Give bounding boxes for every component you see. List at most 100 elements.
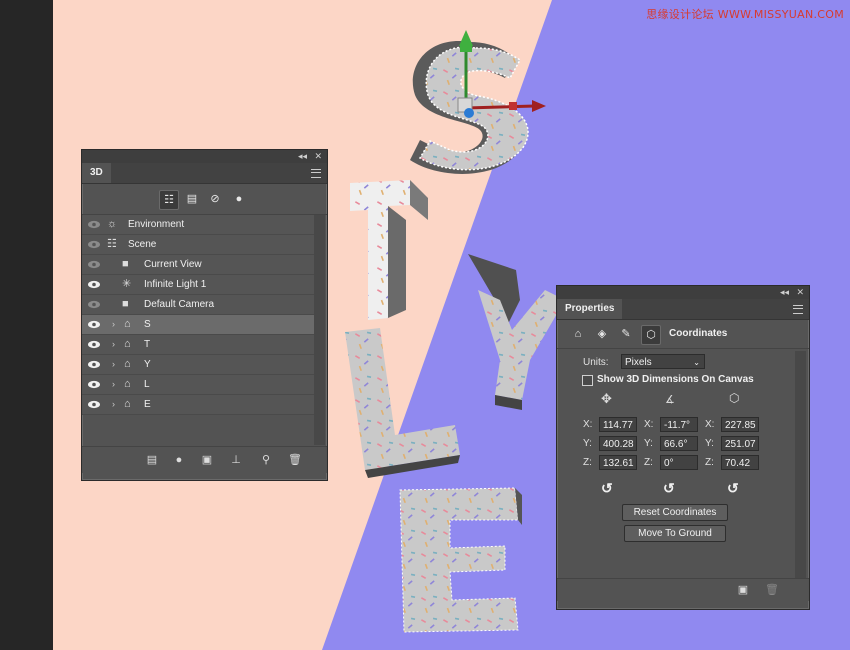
camera-icon: ■ xyxy=(122,298,129,310)
watermark: 思缘设计论坛 WWW.MISSYUAN.COM xyxy=(646,8,844,21)
properties-body: Units: Pixels ⌄ Show 3D Dimensions On Ca… xyxy=(557,349,809,584)
reset-scale-icon[interactable]: ↺ xyxy=(727,480,739,497)
eye-icon[interactable] xyxy=(87,275,105,294)
layer-label: S xyxy=(144,319,151,330)
scale-icon: ⬡ xyxy=(729,391,740,405)
scale-y-field[interactable]: 251.07 xyxy=(721,436,759,451)
axis-label-x: X: xyxy=(583,419,593,430)
deform-props-icon[interactable]: ◈ xyxy=(593,325,611,343)
panel-menu-icon[interactable] xyxy=(793,305,803,314)
panel-3d[interactable]: ◂◂ ✕ 3D ☷ ▤ ⊘ ● ☼ Environment ☷ Scene ■ Curre… xyxy=(81,149,328,481)
tab-3d[interactable]: 3D xyxy=(82,163,111,183)
trash-icon[interactable]: 🗑 xyxy=(764,582,780,598)
eye-icon[interactable] xyxy=(87,315,105,334)
panel-menu-icon[interactable] xyxy=(311,169,321,178)
axis-label-y: Y: xyxy=(644,438,653,449)
trash-icon[interactable]: 🗑 xyxy=(287,452,303,468)
axis-label-x: X: xyxy=(705,419,715,430)
move-to-ground-button[interactable]: Move To Ground xyxy=(624,525,726,542)
cap-props-icon[interactable]: ✎ xyxy=(617,325,635,343)
layer-label: Infinite Light 1 xyxy=(144,279,207,290)
section-title: Coordinates xyxy=(669,328,728,339)
expand-chevron-icon[interactable]: › xyxy=(112,395,115,414)
eye-icon[interactable] xyxy=(87,355,105,374)
position-x-field[interactable]: 114.77 xyxy=(599,417,637,432)
letter-e-3d[interactable] xyxy=(399,487,522,633)
properties-titlebar[interactable]: ◂◂ ✕ xyxy=(557,286,809,299)
rotation-z-field[interactable]: 0° xyxy=(660,455,698,470)
scene-filter-icon[interactable]: ☷ xyxy=(159,190,179,210)
mesh-filter-icon[interactable]: ▤ xyxy=(183,190,201,208)
close-icon[interactable]: ✕ xyxy=(796,286,804,299)
expand-chevron-icon[interactable]: › xyxy=(112,315,115,334)
collapse-icon[interactable]: ◂◂ xyxy=(780,286,789,299)
drop-to-ground-icon[interactable]: ⊥ xyxy=(228,452,244,468)
axis-label-x: X: xyxy=(644,419,654,430)
mesh-props-icon[interactable]: ⌂ xyxy=(569,325,587,343)
filter-toolbar: ☷ ▤ ⊘ ● xyxy=(82,184,327,215)
layer-row-l[interactable]: › ⌂ L xyxy=(82,375,314,395)
reset-coordinates-button[interactable]: Reset Coordinates xyxy=(622,504,728,521)
layer-row-scene[interactable]: ☷ Scene xyxy=(82,235,314,255)
properties-panel[interactable]: ◂◂ ✕ Properties ⌂ ◈ ✎ ⬡ Coordinates Unit… xyxy=(556,285,810,610)
eye-icon[interactable] xyxy=(87,255,105,274)
eye-icon[interactable] xyxy=(87,395,105,414)
layer-label: T xyxy=(144,339,151,350)
new-mesh-icon[interactable]: ▤ xyxy=(144,452,160,468)
rotate-icon: ∡ xyxy=(665,394,675,406)
position-z-field[interactable]: 132.61 xyxy=(599,455,637,470)
mesh-icon: ⌂ xyxy=(124,378,131,390)
material-filter-icon[interactable]: ⊘ xyxy=(206,190,224,208)
tab-properties[interactable]: Properties xyxy=(557,299,623,319)
layer-row-e[interactable]: › ⌂ E xyxy=(82,395,314,415)
eye-icon[interactable] xyxy=(87,235,105,254)
layer-row-y[interactable]: › ⌂ Y xyxy=(82,355,314,375)
position-y-field[interactable]: 400.28 xyxy=(599,436,637,451)
coordinates-icon[interactable]: ⬡ xyxy=(641,325,661,345)
camera-icon: ■ xyxy=(122,258,129,270)
units-select[interactable]: Pixels ⌄ xyxy=(621,354,705,369)
rotation-y-field[interactable]: 66.6° xyxy=(660,436,698,451)
left-toolbar-strip xyxy=(0,0,53,650)
move-icon: ✥ xyxy=(601,391,612,406)
layer-label: E xyxy=(144,399,151,410)
mesh-icon: ⌂ xyxy=(124,398,131,410)
layer-row-default-camera[interactable]: ■ Default Camera xyxy=(82,295,314,315)
layer-row-environment[interactable]: ☼ Environment xyxy=(82,215,314,235)
layer-row-current-view[interactable]: ■ Current View xyxy=(82,255,314,275)
layer-row-t[interactable]: › ⌂ T xyxy=(82,335,314,355)
scale-z-field[interactable]: 70.42 xyxy=(721,455,759,470)
close-icon[interactable]: ✕ xyxy=(314,150,322,163)
eye-icon[interactable] xyxy=(87,295,105,314)
reset-rotation-icon[interactable]: ↺ xyxy=(663,480,675,497)
reset-position-icon[interactable]: ↺ xyxy=(601,480,613,497)
layer-row-infinite-light-1[interactable]: ✳ Infinite Light 1 xyxy=(82,275,314,295)
light-filter-icon[interactable]: ● xyxy=(230,190,248,208)
panel-3d-titlebar[interactable]: ◂◂ ✕ xyxy=(82,150,327,163)
expand-chevron-icon[interactable]: › xyxy=(112,355,115,374)
rotation-x-field[interactable]: -11.7° xyxy=(660,417,698,432)
render-icon[interactable]: ▣ xyxy=(199,452,215,468)
eye-icon[interactable] xyxy=(87,375,105,394)
expand-chevron-icon[interactable]: › xyxy=(112,335,115,354)
new-constraint-icon[interactable]: ⚲ xyxy=(258,452,274,468)
light-icon: ✳ xyxy=(122,278,132,290)
scrollbar[interactable] xyxy=(314,215,325,445)
collapse-icon[interactable]: ◂◂ xyxy=(298,150,307,163)
show-dims-label: Show 3D Dimensions On Canvas xyxy=(597,374,754,385)
axis-label-z: Z: xyxy=(644,457,653,468)
scale-x-field[interactable]: 227.85 xyxy=(721,417,759,432)
new-light-icon[interactable]: ● xyxy=(171,452,187,468)
show-dims-checkbox[interactable] xyxy=(582,375,593,386)
layer-label: Scene xyxy=(128,239,157,250)
layer-label: Y xyxy=(144,359,151,370)
expand-chevron-icon[interactable]: › xyxy=(112,375,115,394)
scrollbar[interactable] xyxy=(795,351,806,578)
eye-icon[interactable] xyxy=(87,335,105,354)
layer-row-s[interactable]: › ⌂ S xyxy=(82,315,314,335)
units-label: Units: xyxy=(583,357,609,368)
render-icon[interactable]: ▣ xyxy=(735,582,751,598)
eye-icon[interactable] xyxy=(87,215,105,234)
chevron-down-icon: ⌄ xyxy=(693,358,700,367)
scene-icon: ☷ xyxy=(107,238,117,250)
